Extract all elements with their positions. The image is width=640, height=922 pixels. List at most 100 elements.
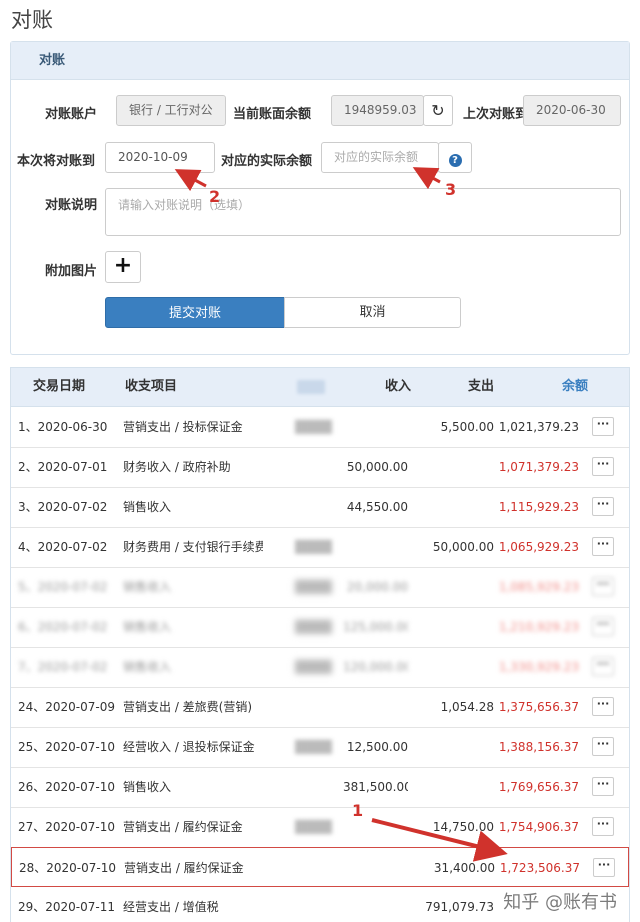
question-icon: ? bbox=[448, 154, 462, 167]
table-row[interactable]: 24、2020-07-09 营销支出 / 差旅费(营销) 1,054.28 1,375… bbox=[11, 687, 629, 728]
col-balance: 余额 bbox=[562, 379, 589, 394]
row-expense: 791,079.73 bbox=[425, 900, 494, 914]
row-income: 44,550.00 bbox=[346, 500, 408, 514]
more-actions-button[interactable]: ··· bbox=[592, 737, 614, 756]
cancel-button[interactable]: 取消 bbox=[284, 297, 461, 328]
row-date: 28、2020-07-10 bbox=[19, 861, 117, 875]
table-row[interactable]: 27、2020-07-10 营销支出 / 履约保证金 ████ 14,750.00 1,… bbox=[11, 807, 629, 848]
annotation-2: 2 bbox=[209, 187, 221, 206]
row-expense: 50,000.00 bbox=[432, 540, 494, 554]
row-date: 3、2020-07-02 bbox=[18, 500, 108, 514]
table-row[interactable]: 26、2020-07-10 销售收入 381,500.00 1,769,656.37 ·… bbox=[11, 767, 629, 808]
row-item: 经营支出 / 增值税 bbox=[123, 900, 219, 914]
page-title: 对账 bbox=[11, 8, 53, 32]
refresh-button[interactable]: ↻ bbox=[423, 95, 453, 126]
more-actions-button[interactable]: ··· bbox=[592, 457, 614, 476]
row-balance: 1,754,906.37 bbox=[498, 820, 579, 834]
add-image-button[interactable]: + bbox=[105, 251, 141, 283]
col-date: 交易日期 bbox=[33, 379, 86, 394]
row-date: 6、2020-07-02 bbox=[18, 620, 108, 634]
row-item: 销售收入 bbox=[123, 780, 172, 794]
actual-balance-label: 对应的实际余额 bbox=[221, 154, 313, 169]
more-actions-button[interactable]: ··· bbox=[592, 497, 614, 516]
more-actions-button[interactable]: ··· bbox=[592, 657, 614, 676]
row-balance: 1,330,929.23 bbox=[498, 660, 579, 674]
more-actions-button[interactable]: ··· bbox=[592, 777, 614, 796]
row-expense: 1,054.28 bbox=[440, 700, 494, 714]
watermark: 知乎 @账有书 bbox=[503, 892, 617, 913]
row-balance: 1,021,379.23 bbox=[498, 420, 579, 434]
more-actions-button[interactable]: ··· bbox=[592, 817, 614, 836]
submit-button[interactable]: 提交对账 bbox=[105, 297, 285, 328]
more-actions-button[interactable]: ··· bbox=[592, 537, 614, 556]
row-balance: 1,065,929.23 bbox=[498, 540, 579, 554]
more-actions-button[interactable]: ··· bbox=[592, 577, 614, 596]
more-actions-button[interactable]: ··· bbox=[592, 617, 614, 636]
col-item: 收支项目 bbox=[125, 379, 178, 394]
col-expense: 支出 bbox=[468, 379, 495, 394]
attach-label: 附加图片 bbox=[45, 264, 98, 279]
table-row[interactable]: 2、2020-07-01 财务收入 / 政府补助 50,000.00 1,071,37… bbox=[11, 447, 629, 488]
row-balance: 1,375,656.37 bbox=[498, 700, 579, 714]
row-date: 5、2020-07-02 bbox=[18, 580, 108, 594]
row-date: 2、2020-07-01 bbox=[18, 460, 108, 474]
table-row[interactable]: 5、2020-07-02 销售收入 ████ 20,000.00 1,085,929.2… bbox=[11, 567, 629, 608]
table-header: 交易日期 收支项目 收入 支出 余额 bbox=[11, 368, 629, 407]
row-item: 销售收入 bbox=[123, 580, 172, 594]
row-expense: 5,500.00 bbox=[440, 420, 494, 434]
row-item: 营销支出 / 履约保证金 bbox=[124, 861, 244, 875]
table-row[interactable]: 4、2020-07-02 财务费用 / 支付银行手续费 ████ 50,000.00 1… bbox=[11, 527, 629, 568]
table-row[interactable]: 6、2020-07-02 销售收入 ████ 125,000.00 1,210,929.… bbox=[11, 607, 629, 648]
last-recon-field[interactable]: 2020-06-30 bbox=[523, 95, 621, 126]
note-textarea[interactable]: 请输入对账说明（选填） bbox=[105, 188, 621, 236]
row-item: 营销支出 / 投标保证金 bbox=[123, 420, 243, 434]
row-income: 12,500.00 bbox=[346, 740, 408, 754]
row-balance: 1,723,506.37 bbox=[499, 861, 580, 875]
this-recon-date-field[interactable]: 2020-10-09 bbox=[105, 142, 215, 173]
annotation-3: 3 bbox=[445, 180, 457, 199]
row-date: 25、2020-07-10 bbox=[18, 740, 116, 754]
row-item: 财务费用 / 支付银行手续费 bbox=[123, 540, 263, 554]
this-recon-label: 本次将对账到 bbox=[17, 154, 96, 169]
table-row[interactable]: 1、2020-06-30 营销支出 / 投标保证金 ████ 5,500.00 1,02… bbox=[11, 407, 629, 448]
table-row-highlighted[interactable]: 28、2020-07-10 营销支出 / 履约保证金 31,400.00 1,723,… bbox=[11, 847, 629, 887]
last-recon-label: 上次对账到 bbox=[463, 107, 529, 122]
table-row[interactable]: 3、2020-07-02 销售收入 44,550.00 1,115,929.23 ··· bbox=[11, 487, 629, 528]
row-item: 营销支出 / 差旅费(营销) bbox=[123, 700, 253, 714]
row-item: 财务收入 / 政府补助 bbox=[123, 460, 231, 474]
row-item: 销售收入 bbox=[123, 500, 172, 514]
plus-icon: + bbox=[113, 253, 133, 278]
row-item: 经营收入 / 退投标保证金 bbox=[123, 740, 255, 754]
table-row[interactable]: 7、2020-07-02 销售收入 ████ 120,000.00 1,330,929.… bbox=[11, 647, 629, 688]
reconciliation-form-panel: 对账 对账账户 银行 / 工行对公 当前账面余额 1948959.03 ↻ 上次… bbox=[10, 41, 630, 355]
row-income: 120,000.00 bbox=[343, 660, 408, 674]
row-item: 销售收入 bbox=[123, 660, 172, 674]
current-balance-field[interactable]: 1948959.03 bbox=[331, 95, 424, 126]
row-expense: 31,400.00 bbox=[433, 861, 495, 875]
row-balance: 1,071,379.23 bbox=[498, 460, 579, 474]
row-account: ████ bbox=[295, 540, 332, 554]
panel-header: 对账 bbox=[11, 42, 629, 80]
more-actions-button[interactable]: ··· bbox=[592, 417, 614, 436]
current-balance-label: 当前账面余额 bbox=[233, 107, 312, 122]
row-income: 50,000.00 bbox=[346, 460, 408, 474]
row-date: 7、2020-07-02 bbox=[18, 660, 108, 674]
table-row[interactable]: 25、2020-07-10 经营收入 / 退投标保证金 ████ 12,500.00 1… bbox=[11, 727, 629, 768]
row-balance: 1,388,156.37 bbox=[498, 740, 579, 754]
note-label: 对账说明 bbox=[45, 198, 98, 213]
row-item: 销售收入 bbox=[123, 620, 172, 634]
more-actions-button[interactable]: ··· bbox=[592, 697, 614, 716]
row-income: 20,000.00 bbox=[346, 580, 408, 594]
row-account: ████ bbox=[295, 820, 332, 834]
actual-balance-input[interactable]: 对应的实际余额 bbox=[321, 142, 439, 173]
more-actions-button[interactable]: ··· bbox=[593, 858, 615, 877]
row-date: 29、2020-07-11 bbox=[18, 900, 116, 914]
account-label: 对账账户 bbox=[45, 107, 98, 122]
help-button[interactable]: ? bbox=[438, 142, 472, 173]
row-expense: 14,750.00 bbox=[432, 820, 494, 834]
row-income: 125,000.00 bbox=[343, 620, 408, 634]
row-date: 4、2020-07-02 bbox=[18, 540, 108, 554]
row-date: 26、2020-07-10 bbox=[18, 780, 116, 794]
account-field[interactable]: 银行 / 工行对公 bbox=[116, 95, 226, 126]
row-balance: 1,085,929.23 bbox=[498, 580, 579, 594]
